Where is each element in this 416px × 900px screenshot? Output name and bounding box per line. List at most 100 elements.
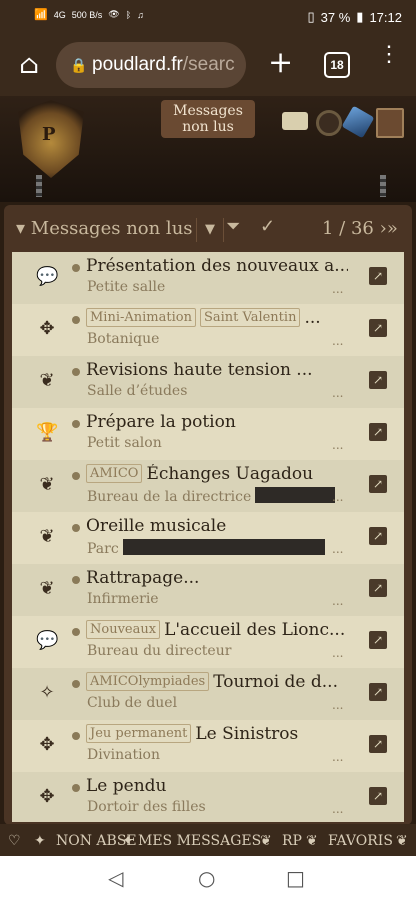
unread-dot (72, 680, 80, 688)
message-title[interactable]: Jeu permanent Le Sinistros (86, 724, 348, 744)
message-title[interactable]: Oreille musicale (86, 516, 348, 536)
more-info[interactable]: ... (332, 698, 343, 712)
next-page-icon[interactable]: › (380, 218, 387, 239)
leaf-icon: ❦ (39, 370, 55, 391)
open-link-icon[interactable]: ↗ (369, 319, 387, 337)
envelope-icon[interactable] (282, 112, 308, 130)
unread-dot (72, 368, 80, 376)
new-tab-button[interactable]: + (268, 48, 293, 78)
star-icon: ✦ (34, 833, 46, 849)
list-item[interactable]: ❦ Rattrapage... Infirmerie... ↗ (12, 564, 404, 616)
message-location[interactable]: Petit salon (87, 435, 162, 451)
forum-bottom-nav: ♡ ✦ NON ABSE ✦ MES MESSAGES ❦ RP ❦ FAVOR… (0, 824, 416, 856)
address-bar[interactable]: 🔒 poudlard.fr/searc (56, 42, 246, 88)
messages-title-dropdown[interactable]: ▾ Messages non lus (16, 218, 193, 239)
list-item[interactable]: ✥ Le pendu Dortoir des filles... ↗ (12, 772, 404, 822)
open-link-icon[interactable]: ↗ (369, 787, 387, 805)
list-item[interactable]: 🏆 Prépare la potion Petit salon... ↗ (12, 408, 404, 460)
message-location-text: Petite salle (87, 279, 166, 295)
home-circle-icon[interactable]: ○ (198, 866, 215, 890)
list-item[interactable]: ❦ Oreille musicale Parc... ↗ (12, 512, 404, 564)
message-title[interactable]: Nouveaux L'accueil des Lionc... (86, 620, 348, 640)
open-link-icon[interactable]: ↗ (369, 631, 387, 649)
open-link-icon[interactable]: ↗ (369, 579, 387, 597)
message-location[interactable]: Petite salle (87, 279, 165, 295)
list-item[interactable]: ❦ Revisions haute tension ... Salle d’étud… (12, 356, 404, 408)
open-link-icon[interactable]: ↗ (369, 371, 387, 389)
message-title-text: Revisions haute tension ... (86, 360, 313, 380)
unread-dot (72, 524, 80, 532)
message-location[interactable]: Divination (87, 747, 160, 763)
ring-icon[interactable] (316, 110, 342, 136)
open-link-icon[interactable]: ↗ (369, 423, 387, 441)
message-location[interactable]: Bureau de la directrice (87, 487, 336, 505)
list-item[interactable]: ✥ Jeu permanent Le Sinistros Divination... ↗ (12, 720, 404, 772)
message-location[interactable]: Club de duel (87, 695, 177, 711)
unread-messages-button[interactable]: Messages non lus (161, 100, 255, 138)
message-title[interactable]: Rattrapage... (86, 568, 348, 588)
last-page-icon[interactable]: » (387, 218, 398, 239)
open-link-icon[interactable]: ↗ (369, 267, 387, 285)
message-location[interactable]: Botanique (87, 331, 159, 347)
message-location[interactable]: Salle d’études (87, 383, 187, 399)
pagination[interactable]: 1 / 36 ›» (322, 218, 398, 239)
open-link-icon[interactable]: ↗ (369, 735, 387, 753)
magic-wand-icon: ✧ (39, 682, 55, 703)
message-location-text: Club de duel (87, 695, 178, 711)
message-title-text: ... (304, 308, 321, 328)
message-title[interactable]: Mini-Animation Saint Valentin... (86, 308, 348, 328)
message-title[interactable]: Le pendu (86, 776, 348, 796)
list-item[interactable]: ✧ AMICOlympiades Tournoi de d... Club de du… (12, 668, 404, 720)
message-title[interactable]: Revisions haute tension ... (86, 360, 348, 380)
message-location[interactable]: Dortoir des filles (87, 799, 206, 815)
more-info[interactable]: ... (332, 594, 343, 608)
message-location-text: Infirmerie (87, 591, 159, 607)
more-info[interactable]: ... (332, 646, 343, 660)
system-navigation-bar: ◁ ○ □ (0, 856, 416, 900)
message-location-text: Salle d’études (87, 383, 188, 399)
more-info[interactable]: ... (332, 334, 343, 348)
nav-item-messages[interactable]: MES MESSAGES (138, 833, 261, 849)
open-link-icon[interactable]: ↗ (369, 475, 387, 493)
list-item[interactable]: ❦ AMICO Échanges Uagadou Bureau de la direc… (12, 460, 404, 512)
heart-icon[interactable]: ♡ (8, 833, 21, 849)
message-location[interactable]: Infirmerie (87, 591, 159, 607)
more-info[interactable]: ... (332, 542, 343, 556)
open-link-icon[interactable]: ↗ (369, 683, 387, 701)
list-item[interactable]: 💬 Nouveaux L'accueil des Lionc... Bureau du… (12, 616, 404, 668)
messages-toolbar: ▾ Messages non lus ▼ ⏷ ✓ 1 / 36 ›» (10, 210, 408, 248)
more-info[interactable]: ... (332, 438, 343, 452)
browser-toolbar: ⌂ 🔒 poudlard.fr/searc + 18 ⋮ (0, 34, 416, 96)
browser-menu-icon[interactable]: ⋮ (378, 44, 400, 66)
nav-item-rp[interactable]: RP (282, 833, 302, 849)
message-title[interactable]: AMICO Échanges Uagadou (86, 464, 348, 484)
message-tag: Jeu permanent (86, 724, 192, 743)
message-location[interactable]: Parc (87, 539, 325, 557)
network-speed: 500 B/s (71, 9, 103, 20)
more-info[interactable]: ... (332, 802, 343, 816)
open-link-icon[interactable]: ↗ (369, 527, 387, 545)
message-location-text: Divination (87, 747, 161, 763)
more-info[interactable]: ... (332, 750, 343, 764)
leaf-icon: ❦ (260, 833, 272, 849)
more-info[interactable]: ... (332, 386, 343, 400)
message-title-text: Prépare la potion (86, 412, 236, 432)
avatar[interactable] (376, 108, 404, 138)
more-info[interactable]: ... (332, 282, 343, 296)
check-icon[interactable]: ✓ (260, 216, 275, 237)
tab-count-button[interactable]: 18 (324, 52, 350, 78)
list-item[interactable]: 💬 Présentation des nouveaux a... Petite sa… (12, 252, 404, 304)
recents-icon[interactable]: □ (286, 866, 305, 890)
dropdown-chevron-icon[interactable]: ▼ (196, 218, 224, 242)
message-title[interactable]: AMICOlympiades Tournoi de d... (86, 672, 348, 692)
message-title[interactable]: Présentation des nouveaux a... (86, 256, 348, 276)
list-item[interactable]: ✥ Mini-Animation Saint Valentin... Botaniqu… (12, 304, 404, 356)
message-location-text: Parc (87, 541, 119, 557)
back-icon[interactable]: ◁ (108, 866, 123, 890)
filter-icon[interactable]: ⏷ (226, 216, 240, 237)
message-title[interactable]: Prépare la potion (86, 412, 348, 432)
nav-item-favoris[interactable]: FAVORIS (328, 833, 393, 849)
more-info[interactable]: ... (332, 490, 343, 504)
message-location[interactable]: Bureau du directeur (87, 643, 231, 659)
home-icon[interactable]: ⌂ (14, 50, 44, 80)
